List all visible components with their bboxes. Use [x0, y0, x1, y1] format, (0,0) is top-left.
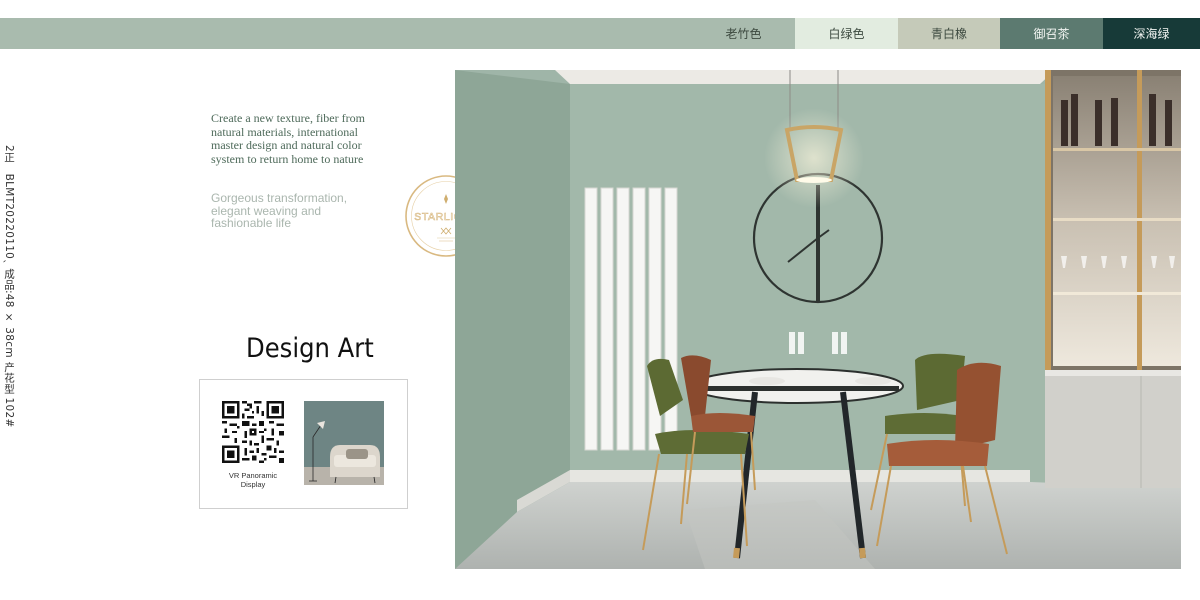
tagline-sans: Gorgeous transformation, elegant weaving…: [211, 191, 348, 231]
swatch-lao-zhu-se[interactable]: 老竹色: [692, 18, 795, 49]
qr-code-icon[interactable]: [222, 401, 284, 463]
swatch-shen-hai-lv[interactable]: 深海绿: [1103, 18, 1200, 49]
swatch-yu-zhao-cha[interactable]: 御召茶: [1000, 18, 1103, 49]
swatch-label: 青白橡: [930, 27, 967, 41]
swatch-label: 御召茶: [1033, 27, 1070, 41]
swatch-bai-lv-se[interactable]: 白绿色: [795, 18, 898, 49]
swatch-label: 老竹色: [725, 27, 762, 41]
swatch-label: 白绿色: [828, 27, 865, 41]
vr-card: VR Panoramic Display: [199, 379, 408, 509]
page-title: Design Art: [246, 333, 374, 364]
product-spec-vertical-text: 2正 BLMT20220110ˎ 成品:48 × 38cm 产花型 102#: [3, 145, 15, 428]
interior-thumbnail-image: [304, 401, 384, 485]
qr-caption: VR Panoramic Display: [228, 471, 278, 489]
dining-room-photo: [455, 70, 1181, 569]
tagline-serif: Create a new texture, fiber from natural…: [211, 111, 365, 166]
swatch-qing-bai-xiang[interactable]: 青白橡: [898, 18, 1000, 49]
swatch-label: 深海绿: [1133, 27, 1170, 41]
